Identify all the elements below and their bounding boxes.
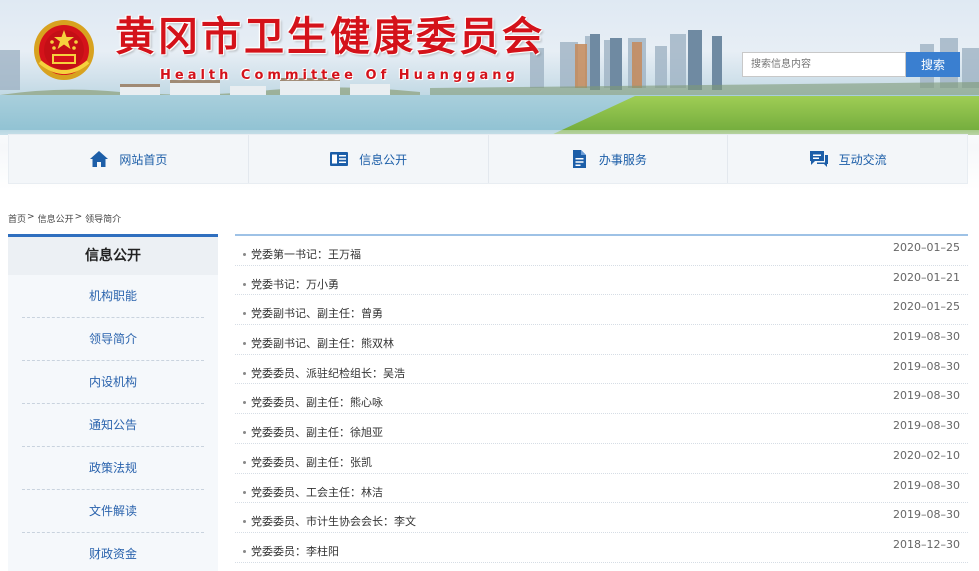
sidebar: 信息公开 机构职能 领导简介 内设机构 通知公告 政策法规 文件解读 财政资金: [8, 234, 218, 571]
nav-item-label: 办事服务: [598, 152, 647, 167]
list-item-title[interactable]: 党委委员、副主任：张凯: [251, 454, 372, 470]
list-item-date: 2020–02–10: [893, 448, 960, 462]
list-item-title[interactable]: 党委副书记、副主任：熊双林: [251, 335, 394, 351]
list-item[interactable]: 党委委员、工会主任：林洁 2019–08–30: [235, 474, 968, 504]
bullet-icon: [243, 253, 246, 256]
list-item[interactable]: 党委委员、市计生协会会长：李文 2019–08–30: [235, 503, 968, 533]
list-item-title[interactable]: 党委委员：李柱阳: [251, 543, 339, 559]
bullet-icon: [243, 460, 246, 464]
list-item-date: 2019–08–30: [893, 330, 960, 344]
card-icon: [330, 152, 349, 166]
list-item[interactable]: 党委委员、副主任：熊心咏 2019–08–30: [235, 384, 968, 415]
list-item-title[interactable]: 党委书记：万小勇: [251, 276, 339, 292]
nav-item-home[interactable]: 网站首页: [9, 135, 249, 183]
national-emblem-icon: [34, 20, 94, 80]
sidebar-item-finance[interactable]: 财政资金: [8, 533, 218, 571]
breadcrumb-separator: >: [74, 212, 83, 222]
list-item[interactable]: 党委副书记、副主任：熊双林 2019–08–30: [235, 325, 968, 355]
search-button[interactable]: 搜索: [906, 52, 960, 77]
bullet-icon: [243, 312, 246, 316]
bullet-icon: [243, 490, 246, 494]
list-item-date: 2020–01–21: [893, 270, 960, 284]
sidebar-item-policies[interactable]: 政策法规: [8, 447, 218, 490]
site-banner: 黄冈市卫生健康委员会 Health Committee Of Huanggang…: [0, 0, 979, 135]
chat-icon: [809, 151, 828, 167]
list-item-date: 2018–12–30: [893, 537, 960, 551]
list-item-title[interactable]: 党委第一书记：王万福: [251, 246, 361, 262]
list-item-title[interactable]: 党委委员、副主任：熊心咏: [251, 394, 383, 410]
breadcrumb-home[interactable]: 首页: [8, 212, 26, 225]
sidebar-item-departments[interactable]: 内设机构: [8, 361, 218, 404]
nav-item-services[interactable]: 办事服务: [489, 135, 729, 183]
sidebar-item-notices[interactable]: 通知公告: [8, 404, 218, 447]
main-nav: 网站首页 信息公开 办事服务 互动交流: [8, 134, 968, 184]
nav-item-label: 网站首页: [119, 152, 168, 167]
bullet-icon: [243, 401, 246, 405]
list-item[interactable]: 党委委员：李柱阳 2018–12–30: [235, 533, 968, 563]
breadcrumb-separator: >: [27, 212, 35, 222]
list-item-date: 2019–08–30: [893, 419, 960, 433]
nav-item-interaction[interactable]: 互动交流: [728, 135, 967, 183]
sidebar-header: 信息公开: [8, 237, 218, 275]
breadcrumb: 首页 > 信息公开 > 领导简介: [8, 212, 121, 225]
list-item-date: 2020–01–25: [893, 241, 960, 254]
sidebar-item-leaders[interactable]: 领导简介: [8, 318, 218, 361]
list-item-date: 2020–01–25: [893, 300, 960, 314]
document-icon: [572, 150, 586, 168]
bullet-icon: [243, 549, 246, 553]
nav-item-info-disclosure[interactable]: 信息公开: [249, 135, 489, 183]
list-item[interactable]: 党委委员、派驻纪检组长：吴浩 2019–08–30: [235, 355, 968, 385]
list-item[interactable]: 党委第一书记：王万福 2020–01–25: [235, 236, 968, 266]
breadcrumb-current[interactable]: 领导简介: [85, 212, 121, 225]
list-item-date: 2019–08–30: [893, 359, 960, 373]
bullet-icon: [243, 342, 246, 346]
list-item-title[interactable]: 党委委员、市计生协会会长：李文: [251, 513, 416, 529]
list-item-title[interactable]: 党委副书记、副主任：曾勇: [251, 305, 383, 321]
sidebar-item-interpretation[interactable]: 文件解读: [8, 490, 218, 533]
bullet-icon: [243, 371, 246, 375]
list-item-date: 2019–08–30: [893, 478, 960, 492]
list-item[interactable]: 党委委员、副主任：徐旭亚 2019–08–30: [235, 414, 968, 444]
list-item[interactable]: 党委委员、副主任：张凯 2020–02–10: [235, 444, 968, 474]
site-title: 黄冈市卫生健康委员会: [115, 13, 545, 60]
list-item-title[interactable]: 党委委员、工会主任：林洁: [251, 484, 383, 500]
search-input[interactable]: [742, 52, 906, 77]
bullet-icon: [243, 520, 246, 524]
nav-item-label: 信息公开: [359, 152, 408, 167]
list-item-date: 2019–08–30: [893, 508, 960, 522]
nav-item-label: 互动交流: [838, 152, 887, 167]
list-item[interactable]: 党委书记：万小勇 2020–01–21: [235, 266, 968, 296]
home-icon: [90, 151, 109, 167]
bullet-icon: [243, 282, 246, 286]
bullet-icon: [243, 431, 246, 435]
sidebar-item-functions[interactable]: 机构职能: [8, 275, 218, 318]
list-item-title[interactable]: 党委委员、派驻纪检组长：吴浩: [251, 365, 405, 381]
list-item[interactable]: 党委副书记、副主任：曾勇 2020–01–25: [235, 295, 968, 326]
list-item-date: 2019–08–30: [893, 389, 960, 403]
list-item-title[interactable]: 党委委员、副主任：徐旭亚: [251, 424, 383, 440]
breadcrumb-section[interactable]: 信息公开: [38, 212, 74, 225]
site-subtitle: Health Committee Of Huanggang: [160, 68, 519, 83]
article-list: 党委第一书记：王万福 2020–01–25 党委书记：万小勇 2020–01–2…: [235, 234, 968, 571]
